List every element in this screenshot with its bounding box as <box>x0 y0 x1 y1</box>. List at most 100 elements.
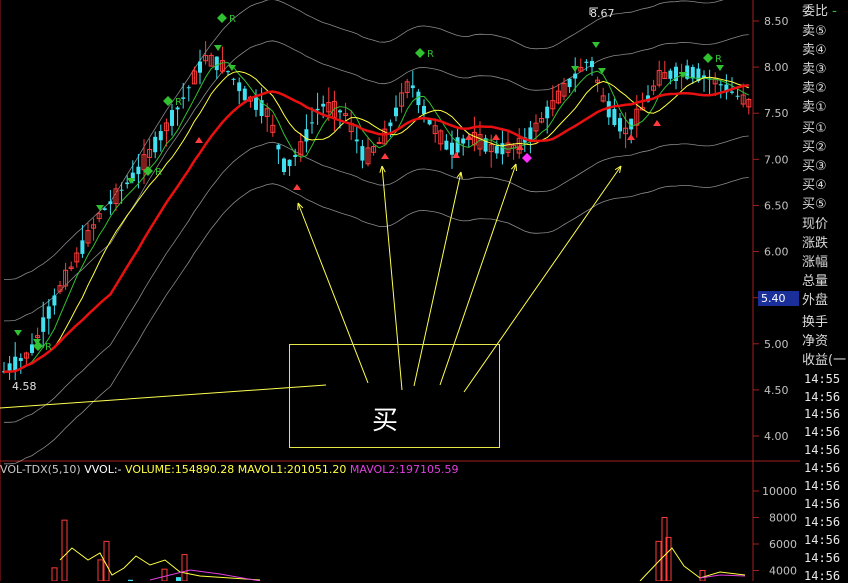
high-price-label: 8.67 <box>590 7 615 20</box>
candle-body <box>376 142 382 145</box>
tick-time: 14:56 <box>804 497 841 511</box>
price-tick-label: 6.00 <box>764 246 789 259</box>
side-label-sell3: 卖③ <box>802 62 827 77</box>
tick-time: 14:56 <box>804 551 841 565</box>
price-tick-label: 4.50 <box>764 384 789 397</box>
side-label-sell5: 卖⑤ <box>802 24 827 39</box>
signal-letter: R <box>45 342 52 353</box>
band-line <box>4 34 749 322</box>
candle-body <box>360 146 365 161</box>
candle-body <box>13 356 18 371</box>
side-label-turnover: 换手 <box>802 315 829 330</box>
up-arrow-marker <box>653 120 661 126</box>
side-label-weibi: 委比 - <box>802 4 837 19</box>
candle-body <box>125 182 130 185</box>
volume-bar <box>176 577 181 581</box>
tick-time: 14:56 <box>804 533 841 547</box>
tick-time: 14:56 <box>804 425 841 439</box>
low-price-leader <box>0 384 327 409</box>
signal-markers: R R R R R R <box>14 13 724 353</box>
candle-body <box>321 103 326 107</box>
down-arrow-marker <box>598 68 606 74</box>
candle-body <box>102 208 107 210</box>
down-arrow-marker <box>214 45 222 51</box>
up-arrow-marker <box>293 184 301 190</box>
price-tick-label: 6.50 <box>764 199 789 212</box>
down-arrow-marker <box>716 65 724 71</box>
up-arrow-marker <box>195 137 203 143</box>
price-tick-label: 5.00 <box>764 338 789 351</box>
side-label-sell1: 卖① <box>802 100 827 115</box>
volume-axis: 10000 8000 6000 4000 <box>753 485 797 578</box>
side-label-price: 现价 <box>802 217 829 232</box>
volume-value: VOLUME:154890.28 <box>125 463 235 476</box>
candle-body <box>450 142 454 155</box>
candle-body <box>198 61 202 73</box>
down-arrow-marker <box>14 330 22 336</box>
candle-body <box>170 110 174 126</box>
volume-header: VOL-TDX(5,10) VVOL:- VOLUME:154890.28 MA… <box>0 463 459 476</box>
vol-indicator-name: VOL-TDX(5,10) <box>0 463 81 476</box>
tick-time: 14:56 <box>804 461 841 475</box>
candle-body <box>226 71 230 73</box>
signal-letter: R <box>229 14 236 25</box>
signal-diamond <box>703 53 713 63</box>
side-label-buy4: 买④ <box>802 178 827 193</box>
tick-time: 14:56 <box>804 515 841 529</box>
volume-bar <box>181 554 188 581</box>
side-label-volume: 总量 <box>802 274 829 289</box>
candle-body <box>338 110 342 113</box>
candle-body <box>304 129 309 142</box>
volume-bar <box>97 559 104 581</box>
candle-body <box>735 95 740 97</box>
candle-body <box>444 140 449 150</box>
candle-body <box>567 78 572 88</box>
candle-body <box>158 131 163 141</box>
side-label-sell2: 卖② <box>802 81 827 96</box>
side-label-outer: 外盘 <box>802 293 829 308</box>
candle-body <box>573 73 578 79</box>
candle-body <box>46 306 51 319</box>
vol-tick-label: 4000 <box>769 565 797 578</box>
down-arrow-marker <box>592 42 600 48</box>
volume-panel <box>51 517 746 581</box>
vol-label: VVOL:- <box>84 463 122 476</box>
candle-body <box>545 106 550 119</box>
buy-annotation-text: 买 <box>372 406 399 436</box>
candle-body <box>388 122 393 127</box>
side-label-buy5: 买⑤ <box>802 197 827 212</box>
volume-bar <box>699 570 706 581</box>
candle-body <box>186 87 191 89</box>
price-axis: 8.508.007.507.006.506.005.505.004.504.00 <box>753 15 789 443</box>
candle-body <box>41 317 46 332</box>
side-label-change: 涨跌 <box>802 236 829 251</box>
candle-body <box>231 78 236 80</box>
candle-body <box>237 82 242 92</box>
candle-body <box>52 295 57 306</box>
mavol1-value: MAVOL1:201051.20 <box>237 463 347 476</box>
candle-body <box>690 67 695 79</box>
quote-side-panel: 委比 - 卖⑤ 卖④ 卖③ 卖② 卖① 买① 买② 买③ 买④ 买⑤ 现价 涨跌… <box>800 0 848 583</box>
low-price-label: 4.58 <box>12 380 37 393</box>
candle-body <box>584 61 589 63</box>
volume-bar <box>51 567 58 581</box>
price-tick-label: 8.00 <box>764 61 789 74</box>
candle-body <box>422 105 426 115</box>
down-arrow-marker <box>571 66 579 72</box>
band-line <box>4 0 724 280</box>
candle-body <box>80 240 85 254</box>
candle-body <box>136 166 141 175</box>
up-arrow-marker <box>492 134 500 140</box>
signal-diamond-magenta <box>522 153 532 163</box>
down-arrow-marker <box>228 65 236 71</box>
candle-body <box>315 108 320 111</box>
candle-body <box>668 70 673 79</box>
candle-body <box>590 60 594 68</box>
up-arrow-marker <box>627 134 635 140</box>
tick-time: 14:55 <box>804 372 841 386</box>
price-tick-label: 7.50 <box>764 107 789 120</box>
signal-letter: R <box>427 49 434 60</box>
side-label-buy2: 买② <box>802 140 827 155</box>
candle-body <box>276 144 281 150</box>
price-tick-label: 8.50 <box>764 15 789 28</box>
